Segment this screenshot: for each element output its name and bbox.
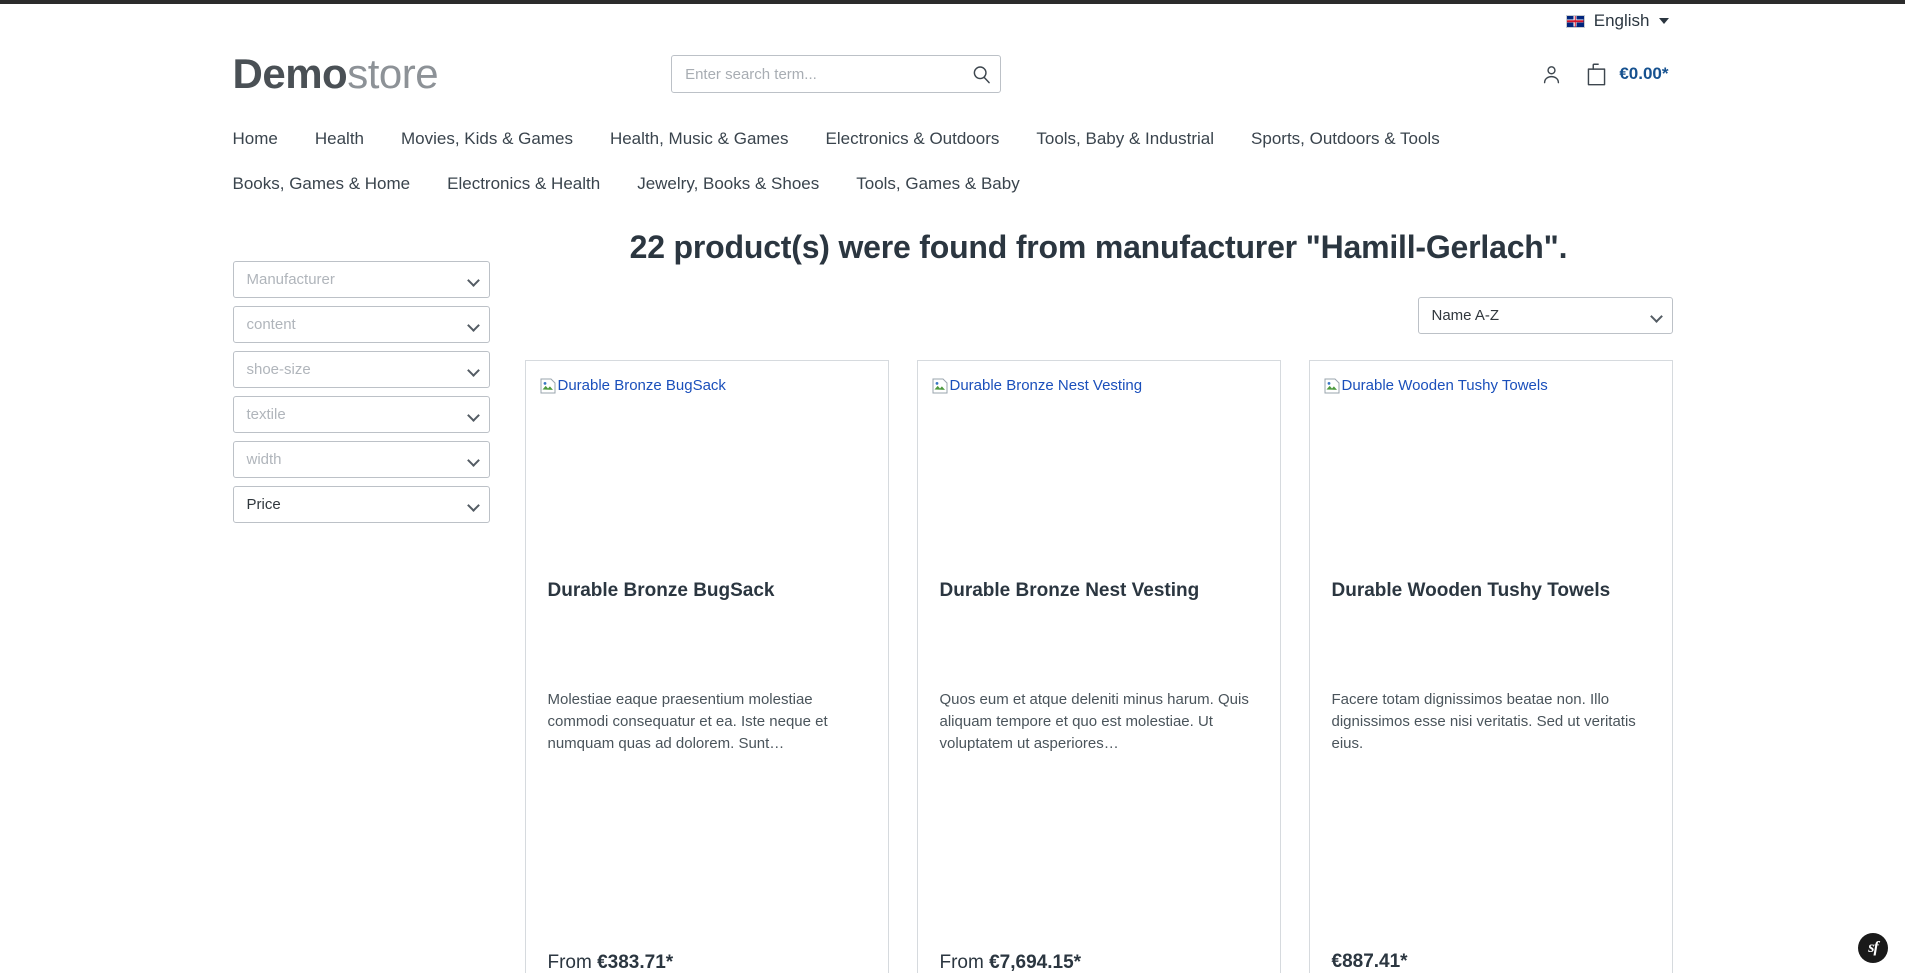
account-button[interactable] bbox=[1540, 63, 1563, 86]
filter-shoe-size-label: shoe-size bbox=[246, 361, 311, 378]
chevron-down-icon bbox=[466, 453, 480, 467]
site-logo[interactable]: Demostore bbox=[233, 50, 439, 98]
broken-image-placeholder: Durable Bronze BugSack bbox=[540, 377, 874, 396]
nav-item-electronics-health[interactable]: Electronics & Health bbox=[447, 174, 600, 194]
chevron-down-icon bbox=[1649, 309, 1663, 323]
product-name[interactable]: Durable Wooden Tushy Towels bbox=[1332, 579, 1650, 627]
nav-item-home[interactable]: Home bbox=[233, 129, 278, 149]
chevron-down-icon bbox=[466, 318, 480, 332]
price-prefix: From bbox=[939, 952, 984, 973]
filter-textile[interactable]: textile bbox=[232, 396, 490, 433]
language-switcher[interactable]: English bbox=[1565, 11, 1669, 31]
nav-item-health-music-games[interactable]: Health, Music & Games bbox=[610, 129, 789, 149]
price-value: €887.41* bbox=[1331, 951, 1408, 973]
product-image-alt-text: Durable Wooden Tushy Towels bbox=[1341, 377, 1548, 395]
cart-total-amount: €0.00* bbox=[1619, 64, 1669, 83]
product-card-footer: From €7,694.15* bbox=[918, 952, 1280, 973]
filter-manufacturer[interactable]: Manufacturer bbox=[232, 261, 490, 298]
filter-width-label: width bbox=[246, 451, 282, 468]
page-container: English Demostore Enter search term... €… bbox=[232, 4, 1673, 973]
nav-row-secondary: Books, Games & Home Electronics & Health… bbox=[233, 161, 1673, 206]
filter-price[interactable]: Price bbox=[232, 486, 490, 523]
shopping-bag-icon bbox=[1588, 63, 1606, 85]
page-title: 22 product(s) were found from manufactur… bbox=[629, 229, 1568, 265]
filter-content-label: content bbox=[246, 316, 296, 333]
product-image-wrapper[interactable]: Durable Bronze Nest Vesting bbox=[918, 361, 1280, 579]
product-name[interactable]: Durable Bronze BugSack bbox=[548, 579, 866, 627]
filter-textile-label: textile bbox=[246, 406, 286, 423]
product-image-wrapper[interactable]: Durable Bronze BugSack bbox=[526, 361, 888, 579]
product-card-footer: From €383.71* bbox=[526, 952, 888, 973]
broken-image-placeholder: Durable Bronze Nest Vesting bbox=[932, 377, 1266, 396]
sort-dropdown[interactable]: Name A-Z bbox=[1417, 297, 1673, 335]
product-card-body: Durable Wooden Tushy Towels Facere totam… bbox=[1310, 579, 1672, 951]
product-image-alt-text: Durable Bronze Nest Vesting bbox=[949, 377, 1143, 395]
nav-item-jewelry-books-shoes[interactable]: Jewelry, Books & Shoes bbox=[637, 174, 819, 194]
search-input[interactable] bbox=[671, 55, 1002, 93]
search-button[interactable] bbox=[963, 55, 999, 93]
broken-image-icon bbox=[540, 378, 555, 394]
product-card-footer: €887.41* bbox=[1310, 951, 1672, 973]
chevron-down-icon bbox=[466, 363, 480, 377]
search-form bbox=[671, 55, 1002, 93]
product-image-alt-text: Durable Bronze BugSack bbox=[557, 377, 726, 395]
language-label: English bbox=[1593, 11, 1650, 30]
product-card-body: Durable Bronze BugSack Molestiae eaque p… bbox=[526, 579, 888, 952]
symfony-profiler-badge[interactable]: sf bbox=[1858, 933, 1888, 963]
product-description: Facere totam dignissimos beatae non. Ill… bbox=[1331, 691, 1636, 753]
product-price: €887.41* bbox=[1332, 951, 1650, 973]
product-price: From €7,694.15* bbox=[940, 952, 1258, 973]
broken-image-placeholder: Durable Wooden Tushy Towels bbox=[1324, 377, 1658, 396]
nav-item-books-games-home[interactable]: Books, Games & Home bbox=[233, 174, 411, 194]
logo-bold-part: Demo bbox=[232, 50, 348, 97]
symfony-logo-text: sf bbox=[1868, 939, 1879, 956]
chevron-down-icon bbox=[466, 273, 480, 287]
product-price: From €383.71* bbox=[548, 952, 866, 973]
filter-shoe-size[interactable]: shoe-size bbox=[232, 351, 490, 388]
product-card-body: Durable Bronze Nest Vesting Quos eum et … bbox=[918, 579, 1280, 952]
uk-flag-icon bbox=[1565, 14, 1585, 28]
sorting-row: Name A-Z bbox=[525, 267, 1673, 335]
filter-manufacturer-label: Manufacturer bbox=[246, 271, 335, 288]
broken-image-icon bbox=[932, 378, 947, 394]
site-header: Demostore Enter search term... €0.00* bbox=[233, 38, 1673, 104]
main-navigation: Home Health Movies, Kids & Games Health,… bbox=[233, 104, 1673, 206]
nav-item-sports-outdoors-tools[interactable]: Sports, Outdoors & Tools bbox=[1251, 129, 1440, 149]
filter-sidebar: Manufacturer content shoe-size textile w… bbox=[232, 228, 490, 973]
listing-main: 22 product(s) were found from manufactur… bbox=[490, 228, 1673, 973]
product-image-wrapper[interactable]: Durable Wooden Tushy Towels bbox=[1310, 361, 1672, 579]
chevron-down-icon bbox=[466, 498, 480, 512]
user-icon bbox=[1544, 65, 1560, 83]
product-card[interactable]: Durable Bronze BugSack Durable Bronze Bu… bbox=[524, 360, 889, 973]
content-area: Manufacturer content shoe-size textile w… bbox=[232, 206, 1673, 973]
filter-width[interactable]: width bbox=[232, 441, 490, 478]
price-value: €383.71* bbox=[597, 952, 674, 973]
chevron-down-icon bbox=[466, 408, 480, 422]
nav-item-electronics-outdoors[interactable]: Electronics & Outdoors bbox=[826, 129, 1000, 149]
nav-item-health[interactable]: Health bbox=[315, 129, 364, 149]
nav-item-tools-games-baby[interactable]: Tools, Games & Baby bbox=[856, 174, 1019, 194]
product-card[interactable]: Durable Wooden Tushy Towels Durable Wood… bbox=[1308, 360, 1673, 973]
sort-selected-label: Name A-Z bbox=[1431, 307, 1500, 325]
broken-image-icon bbox=[1324, 378, 1339, 394]
caret-down-icon bbox=[1658, 18, 1669, 24]
nav-row-primary: Home Health Movies, Kids & Games Health,… bbox=[233, 116, 1673, 161]
filter-price-label: Price bbox=[246, 496, 281, 513]
product-description: Quos eum et atque deleniti minus harum. … bbox=[939, 691, 1249, 753]
product-description: Molestiae eaque praesentium molestiae co… bbox=[547, 691, 828, 753]
product-card[interactable]: Durable Bronze Nest Vesting Durable Bron… bbox=[916, 360, 1281, 973]
logo-light-part: store bbox=[347, 50, 439, 97]
nav-item-movies-kids-games[interactable]: Movies, Kids & Games bbox=[401, 129, 573, 149]
product-name[interactable]: Durable Bronze Nest Vesting bbox=[940, 579, 1258, 627]
price-value: €7,694.15* bbox=[989, 952, 1082, 973]
filter-content[interactable]: content bbox=[232, 306, 490, 343]
utility-bar: English bbox=[233, 4, 1673, 38]
nav-item-tools-baby-industrial[interactable]: Tools, Baby & Industrial bbox=[1036, 129, 1214, 149]
header-actions: €0.00* bbox=[1540, 62, 1672, 87]
page: English Demostore Enter search term... €… bbox=[0, 4, 1905, 973]
cart-widget[interactable]: €0.00* bbox=[1585, 62, 1669, 87]
search-icon bbox=[973, 65, 990, 83]
product-grid: Durable Bronze BugSack Durable Bronze Bu… bbox=[524, 334, 1673, 973]
price-prefix: From bbox=[547, 952, 592, 973]
